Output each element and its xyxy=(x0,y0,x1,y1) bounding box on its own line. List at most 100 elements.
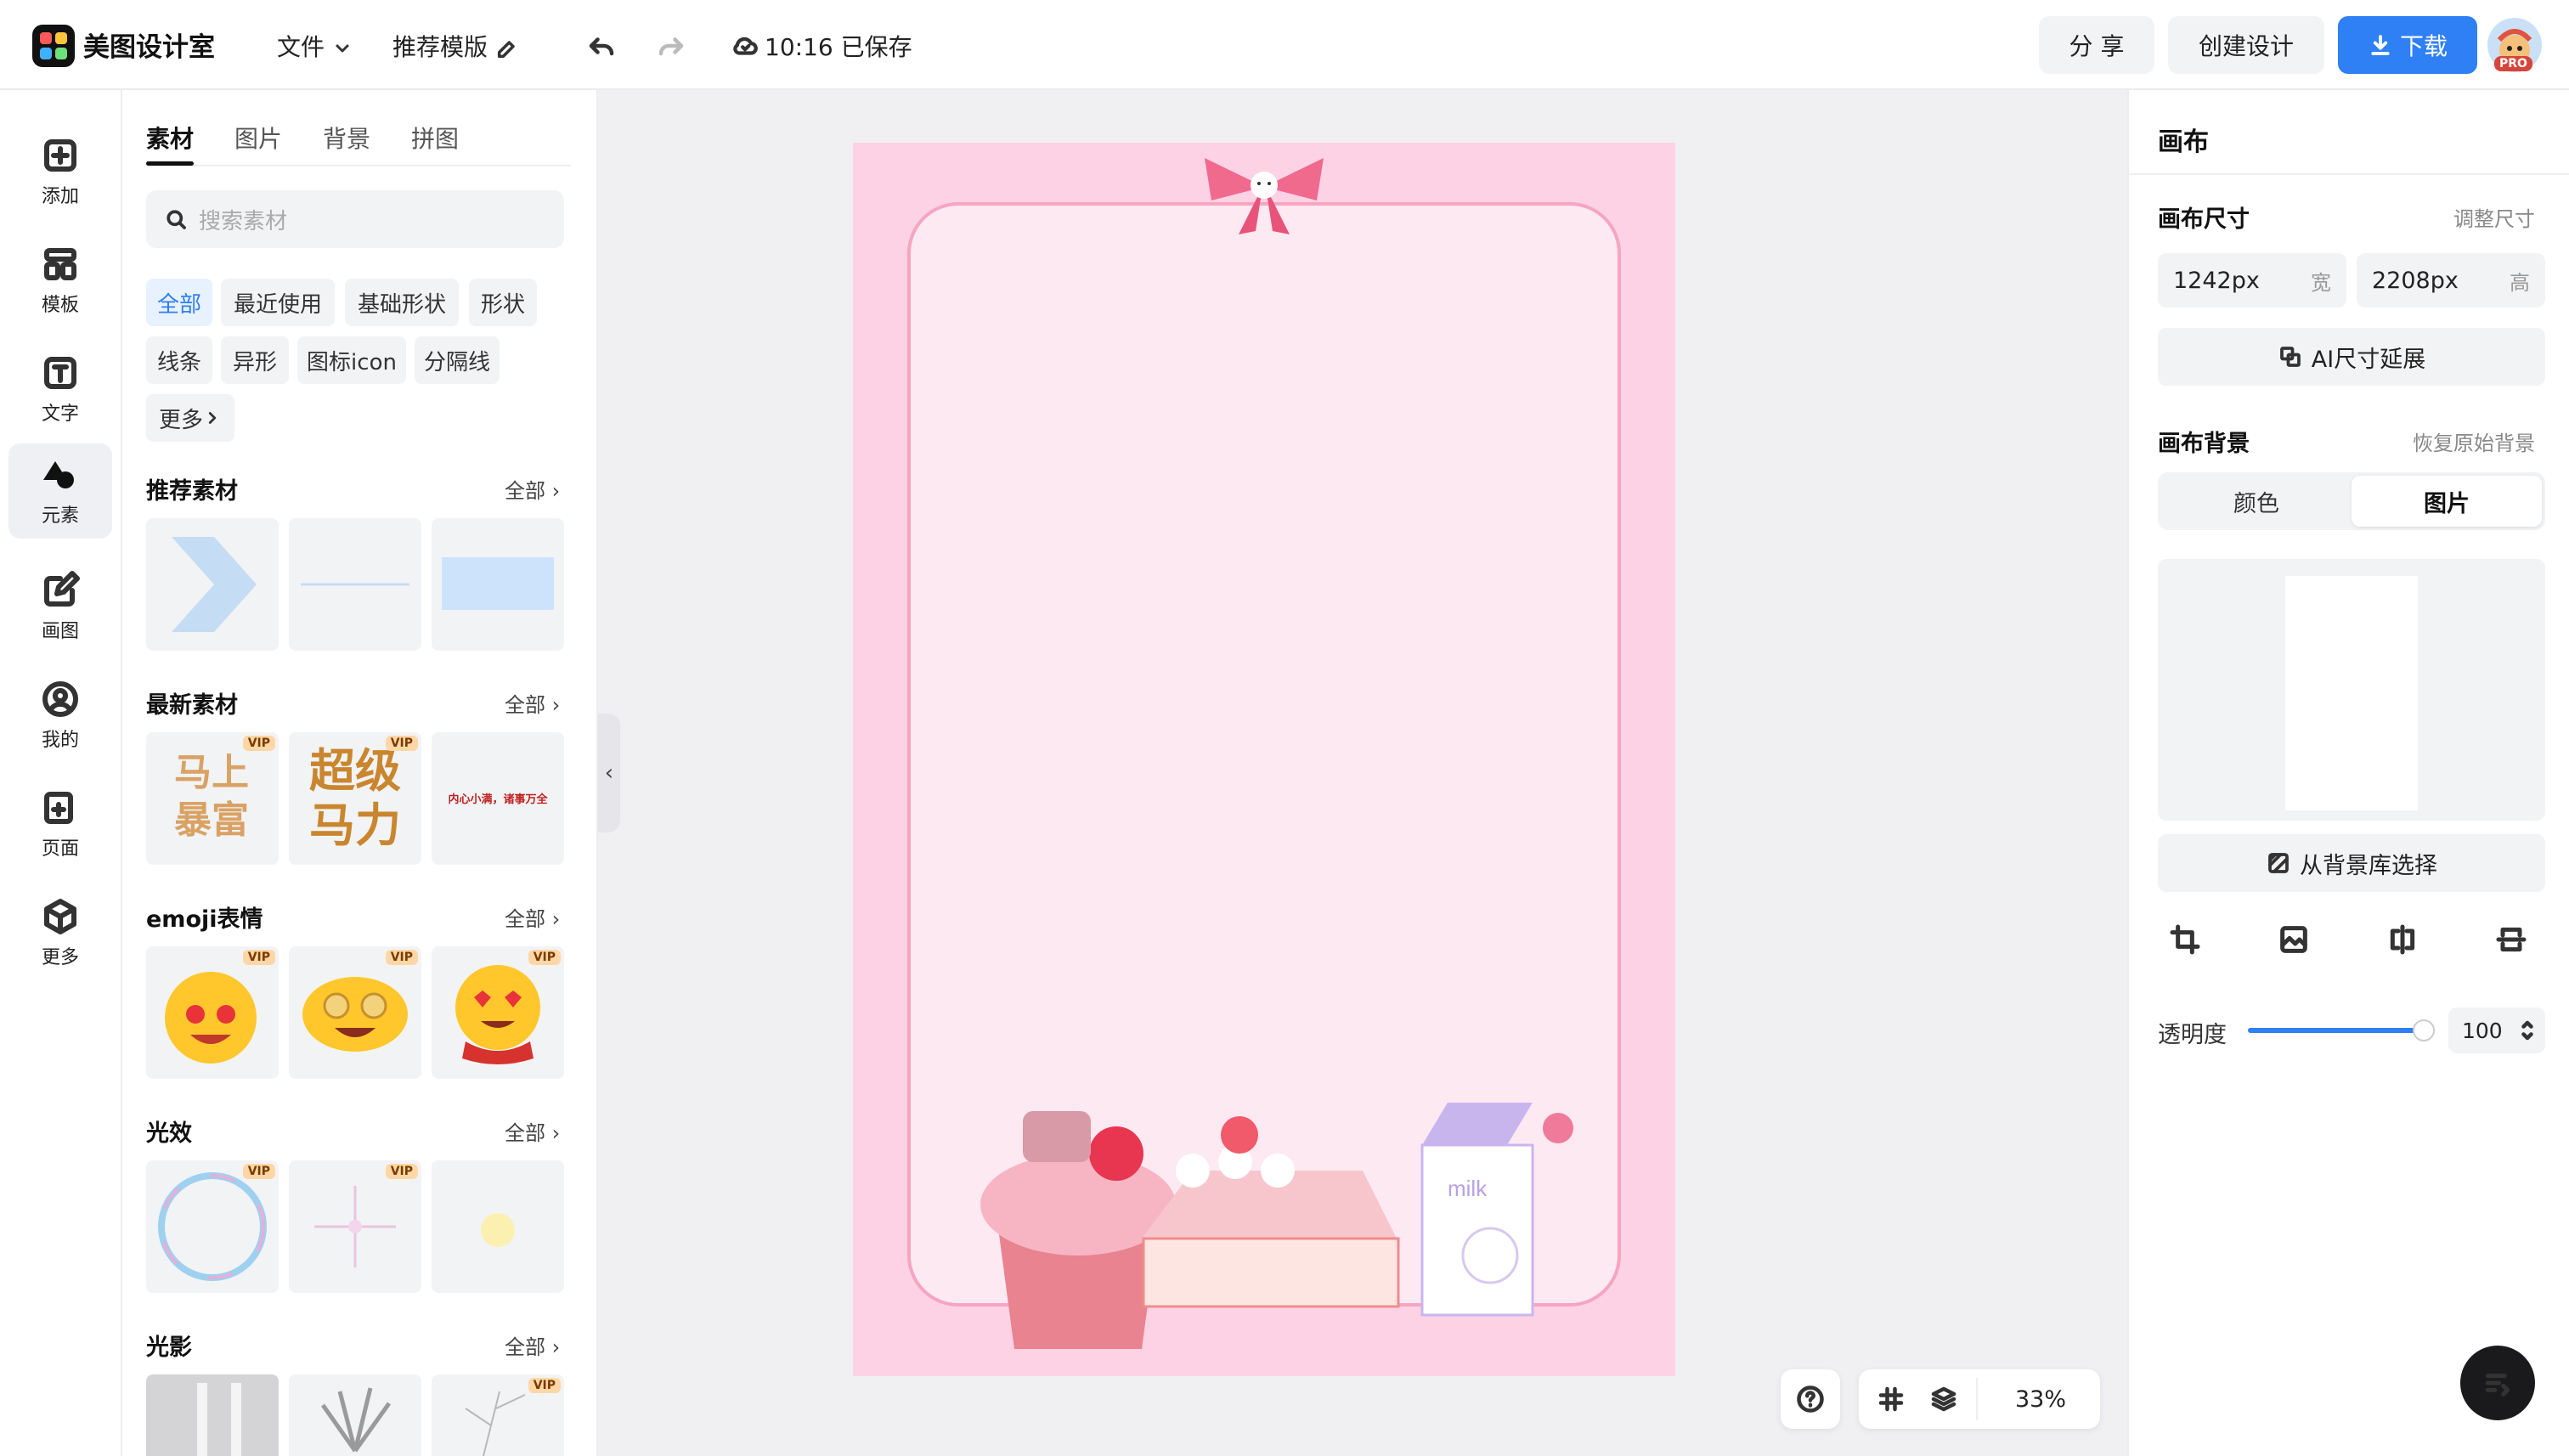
rail-more[interactable]: 更多 xyxy=(8,885,112,980)
tab-collage[interactable]: 拼图 xyxy=(411,121,459,155)
template-icon xyxy=(44,248,76,280)
design-canvas[interactable]: milk xyxy=(853,143,1675,1376)
material-tile[interactable]: VIP xyxy=(146,1160,279,1293)
ai-extend-button[interactable]: AI尺寸延展 xyxy=(2158,328,2545,386)
glow-icon xyxy=(481,1213,515,1247)
canvas-width-value: 1242px xyxy=(2173,267,2260,294)
rail-add[interactable]: 添加 xyxy=(8,124,112,219)
flip-vertical-icon[interactable] xyxy=(2494,923,2528,957)
desserts-illustration: milk xyxy=(980,1103,1573,1349)
pro-badge: PRO xyxy=(2494,56,2532,71)
canvas-height-unit: 高 xyxy=(2510,270,2530,295)
chip-more[interactable]: 更多 xyxy=(146,394,234,442)
opacity-input[interactable]: 100 xyxy=(2448,1007,2545,1053)
material-tile[interactable]: 内心小满，诸事万全 xyxy=(432,732,564,865)
material-tile[interactable]: VIP xyxy=(289,946,421,1079)
rail-template[interactable]: 模板 xyxy=(8,233,112,328)
rail-more-label: 更多 xyxy=(41,947,79,968)
resize-link[interactable]: 调整尺寸 xyxy=(2453,202,2535,232)
opacity-slider-handle[interactable] xyxy=(2413,1019,2435,1041)
chip-irregular[interactable]: 异形 xyxy=(221,336,289,384)
material-tile[interactable]: VIP xyxy=(146,946,279,1079)
tab-background[interactable]: 背景 xyxy=(323,121,370,155)
section-title-light: 光效 xyxy=(146,1120,192,1147)
assistant-fab[interactable] xyxy=(2460,1346,2535,1420)
material-tile[interactable]: VIP xyxy=(432,1374,564,1456)
section-all-shadow[interactable]: 全部 › xyxy=(505,1330,560,1360)
flip-horizontal-icon[interactable] xyxy=(2386,923,2419,957)
rail-mine[interactable]: 我的 xyxy=(8,668,112,763)
rail-text[interactable]: 文字 xyxy=(8,341,112,437)
tab-image[interactable]: 图片 xyxy=(234,121,282,155)
tab-material[interactable]: 素材 xyxy=(146,121,194,155)
section-title-shadow: 光影 xyxy=(146,1335,192,1361)
recommend-template-button[interactable]: 推荐模版 xyxy=(392,29,519,63)
material-tile[interactable]: VIP xyxy=(289,1160,421,1293)
rail-page[interactable]: 页面 xyxy=(8,776,112,872)
section-all-emoji[interactable]: 全部 › xyxy=(505,902,560,932)
redo-icon[interactable] xyxy=(656,31,686,61)
vip-badge: VIP xyxy=(385,950,418,965)
create-design-button[interactable]: 创建设计 xyxy=(2168,16,2324,74)
save-status: 10:16 已保存 xyxy=(731,29,912,63)
material-tile[interactable] xyxy=(432,1160,564,1293)
rail-mine-label: 我的 xyxy=(41,730,79,751)
opacity-slider[interactable] xyxy=(2248,1028,2421,1033)
stepper-icon[interactable] xyxy=(2520,1018,2535,1043)
material-tile[interactable] xyxy=(146,1374,279,1456)
share-button[interactable]: 分 享 xyxy=(2039,16,2154,74)
restore-bg-link[interactable]: 恢复原始背景 xyxy=(2413,426,2535,456)
notes-icon xyxy=(2485,1374,2510,1397)
vip-badge: VIP xyxy=(528,950,561,965)
panel-title: 画布 xyxy=(2158,127,2209,157)
money-eyes-emoji-icon xyxy=(165,972,257,1064)
section-title-emoji: emoji表情 xyxy=(146,906,263,933)
download-button[interactable]: 下载 xyxy=(2338,16,2477,74)
canvas-height-field[interactable]: 2208px 高 xyxy=(2357,253,2545,308)
bg-preview-thumb xyxy=(2285,576,2418,810)
material-tile[interactable]: 超级马力 VIP xyxy=(289,732,421,865)
chip-shapes[interactable]: 形状 xyxy=(469,279,537,326)
section-all-newest[interactable]: 全部 › xyxy=(505,688,560,718)
rail-draw[interactable]: 画图 xyxy=(8,559,112,654)
material-tile[interactable] xyxy=(289,1374,421,1456)
chip-divider[interactable]: 分隔线 xyxy=(415,336,500,384)
material-tile[interactable] xyxy=(289,518,421,651)
search-input[interactable]: 搜索素材 xyxy=(146,190,564,248)
rail-text-label: 文字 xyxy=(41,404,79,425)
canvas-properties-panel: 画布 画布尺寸 调整尺寸 1242px 宽 2208px 高 AI尺寸延展 画布… xyxy=(2127,90,2569,1456)
recommend-template-label: 推荐模版 xyxy=(392,33,488,61)
help-button[interactable] xyxy=(1781,1369,1840,1429)
bg-library-button[interactable]: 从背景库选择 xyxy=(2158,834,2545,892)
chip-basic-shapes[interactable]: 基础形状 xyxy=(345,279,459,326)
seg-image[interactable]: 图片 xyxy=(2352,476,2542,527)
layers-icon[interactable] xyxy=(1928,1384,1959,1414)
section-all-recommended[interactable]: 全部 › xyxy=(505,474,560,504)
replace-image-icon[interactable] xyxy=(2277,923,2311,957)
seg-color[interactable]: 颜色 xyxy=(2161,476,2352,527)
chip-lines[interactable]: 线条 xyxy=(146,336,212,384)
undo-icon[interactable] xyxy=(586,31,617,61)
top-bar: 美图设计室 文件 推荐模版 10:16 已保存 分 享 创建设计 下载 PRO xyxy=(0,0,2569,90)
material-tile[interactable] xyxy=(146,518,279,651)
chip-recent[interactable]: 最近使用 xyxy=(221,279,335,326)
section-all-label: 全部 xyxy=(505,907,545,931)
chevron-down-icon xyxy=(336,44,349,53)
crop-icon[interactable] xyxy=(2168,923,2202,957)
material-tile[interactable]: VIP xyxy=(432,946,564,1079)
material-tile[interactable] xyxy=(432,518,564,651)
canvas-width-field[interactable]: 1242px 宽 xyxy=(2158,253,2346,308)
file-menu-label: 文件 xyxy=(277,33,325,61)
collapse-panel-button[interactable]: ‹ xyxy=(598,714,620,832)
material-tile[interactable]: 马上暴富 VIP xyxy=(146,732,279,865)
bg-preview[interactable] xyxy=(2158,559,2545,821)
file-menu[interactable]: 文件 xyxy=(277,29,353,63)
zoom-level[interactable]: 33% xyxy=(2015,1386,2066,1413)
grid-icon[interactable] xyxy=(1876,1384,1906,1414)
section-all-light[interactable]: 全部 › xyxy=(505,1116,560,1146)
chip-all[interactable]: 全部 xyxy=(146,279,212,326)
palm-shadow-icon xyxy=(320,1387,392,1453)
chip-icons[interactable]: 图标icon xyxy=(297,336,406,384)
vip-badge: VIP xyxy=(528,1378,561,1393)
rail-elements[interactable]: 元素 xyxy=(8,443,112,539)
